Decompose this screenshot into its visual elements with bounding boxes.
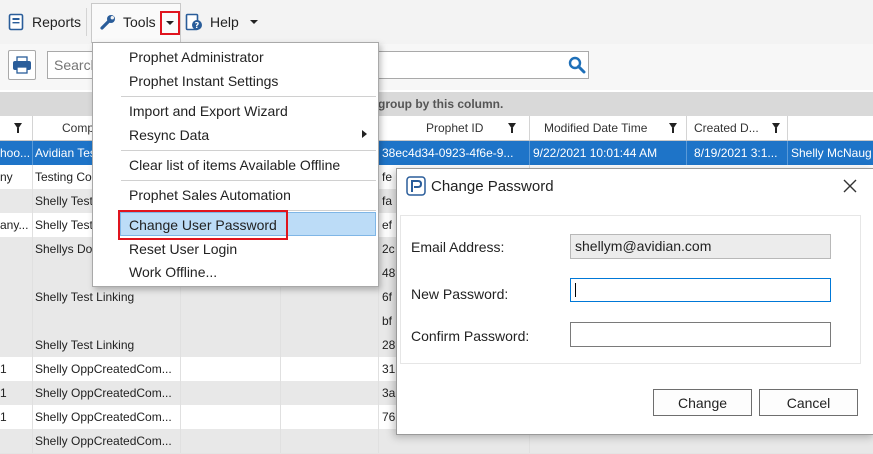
table-cell xyxy=(0,189,33,213)
menu-item-work-offline[interactable]: Work Offline... xyxy=(129,264,217,280)
table-cell xyxy=(280,309,379,333)
table-cell xyxy=(180,357,281,381)
column-header-0[interactable] xyxy=(0,116,33,140)
table-cell: 1 xyxy=(0,381,33,405)
menu-item-import-export-wizard[interactable]: Import and Export Wizard xyxy=(129,103,288,119)
menu-item-clear-offline-list[interactable]: Clear list of items Available Offline xyxy=(129,157,340,173)
table-cell xyxy=(280,381,379,405)
table-cell xyxy=(0,309,33,333)
new-password-field[interactable] xyxy=(570,278,831,302)
table-cell-company: Shelly OppCreatedCom... xyxy=(35,357,181,381)
tools-dropdown-highlight[interactable] xyxy=(160,11,180,35)
menu-item-prophet-administrator[interactable]: Prophet Administrator xyxy=(129,49,264,65)
prophet-logo-icon xyxy=(406,176,426,196)
menu-item-prophet-instant-settings[interactable]: Prophet Instant Settings xyxy=(129,73,278,89)
table-cell-company: Shelly Test Linking xyxy=(35,285,181,309)
menu-item-prophet-sales-automation[interactable]: Prophet Sales Automation xyxy=(129,187,291,203)
reports-icon xyxy=(8,13,24,31)
table-cell-company: Shelly OppCreatedCom... xyxy=(35,381,181,405)
column-header-prophet-id-label: Prophet ID xyxy=(426,121,484,135)
table-cell: hoo... xyxy=(0,141,33,165)
table-cell xyxy=(180,333,281,357)
menu-item-change-user-password[interactable]: Change User Password xyxy=(129,217,277,233)
filter-icon[interactable] xyxy=(772,123,780,133)
filter-icon[interactable] xyxy=(508,123,516,133)
table-cell xyxy=(180,381,281,405)
table-cell: ny xyxy=(0,165,33,189)
chevron-down-icon xyxy=(249,20,258,24)
column-header-prophet-id[interactable]: Prophet ID xyxy=(378,116,530,140)
table-cell-prophet-id: 38ec4d34-0923-4f6e-9... xyxy=(382,141,530,165)
table-cell xyxy=(180,405,281,429)
menubar: Reports Tools ? Help xyxy=(0,0,873,45)
reports-label: Reports xyxy=(32,14,82,30)
cancel-button[interactable]: Cancel xyxy=(759,389,858,416)
menu-item-reset-user-login[interactable]: Reset User Login xyxy=(129,241,237,257)
table-cell-company xyxy=(35,309,181,333)
search-icon[interactable] xyxy=(568,56,586,74)
table-cell xyxy=(180,285,281,309)
table-cell xyxy=(280,333,379,357)
table-cell-modified: 9/22/2021 10:01:44 AM xyxy=(533,141,687,165)
reports-menu[interactable]: Reports xyxy=(8,0,81,44)
group-by-hint: group by this column. xyxy=(378,97,504,111)
column-header-modified-label: Modified Date Time xyxy=(544,121,648,135)
help-book-icon: ? xyxy=(185,13,202,31)
table-cell-company: Shelly OppCreatedCom... xyxy=(35,405,181,429)
svg-text:?: ? xyxy=(195,21,200,30)
table-cell: 1 xyxy=(0,405,33,429)
menu-separator xyxy=(121,96,376,97)
column-header-created-label: Created D... xyxy=(694,121,759,135)
column-header-company-label: Comp xyxy=(62,121,95,135)
table-cell xyxy=(280,357,379,381)
filter-icon[interactable] xyxy=(669,123,677,133)
table-cell xyxy=(0,237,33,261)
confirm-password-field[interactable] xyxy=(570,322,831,347)
table-cell xyxy=(280,285,379,309)
close-icon[interactable] xyxy=(843,179,857,193)
table-cell-company: Shelly Test Linking xyxy=(35,333,181,357)
menu-item-resync-data[interactable]: Resync Data xyxy=(129,127,209,143)
table-cell xyxy=(280,405,379,429)
table-cell xyxy=(0,261,33,285)
tools-menu-button[interactable]: Tools xyxy=(99,0,156,44)
help-menu[interactable]: ? Help xyxy=(185,0,258,44)
text-cursor xyxy=(575,283,576,297)
confirm-password-label: Confirm Password: xyxy=(411,328,530,344)
chevron-right-icon xyxy=(362,130,367,138)
column-header-created[interactable]: Created D... xyxy=(686,116,788,140)
menu-separator xyxy=(121,150,376,151)
help-label: Help xyxy=(210,14,239,30)
wrench-icon xyxy=(100,15,115,30)
email-label: Email Address: xyxy=(411,239,505,255)
table-cell: any... xyxy=(0,213,33,237)
tools-label: Tools xyxy=(123,14,156,30)
filter-icon[interactable] xyxy=(14,123,22,133)
tools-dropdown-menu: Prophet Administrator Prophet Instant Se… xyxy=(92,42,379,287)
table-cell-created: 8/19/2021 3:1... xyxy=(694,141,788,165)
print-button[interactable] xyxy=(8,50,36,80)
change-button[interactable]: Change xyxy=(653,389,752,416)
chevron-down-icon xyxy=(166,21,174,25)
table-cell: 1 xyxy=(0,357,33,381)
column-header-modified[interactable]: Modified Date Time xyxy=(529,116,687,140)
menubar-divider xyxy=(86,8,87,36)
new-password-label: New Password: xyxy=(411,286,509,302)
menu-separator xyxy=(121,180,376,181)
table-cell xyxy=(0,285,33,309)
email-field: shellym@avidian.com xyxy=(570,234,831,259)
table-cell xyxy=(180,309,281,333)
table-cell-owner: Shelly McNaug xyxy=(791,146,872,160)
table-cell xyxy=(0,333,33,357)
printer-icon xyxy=(13,56,31,74)
dialog-title: Change Password xyxy=(431,178,554,195)
